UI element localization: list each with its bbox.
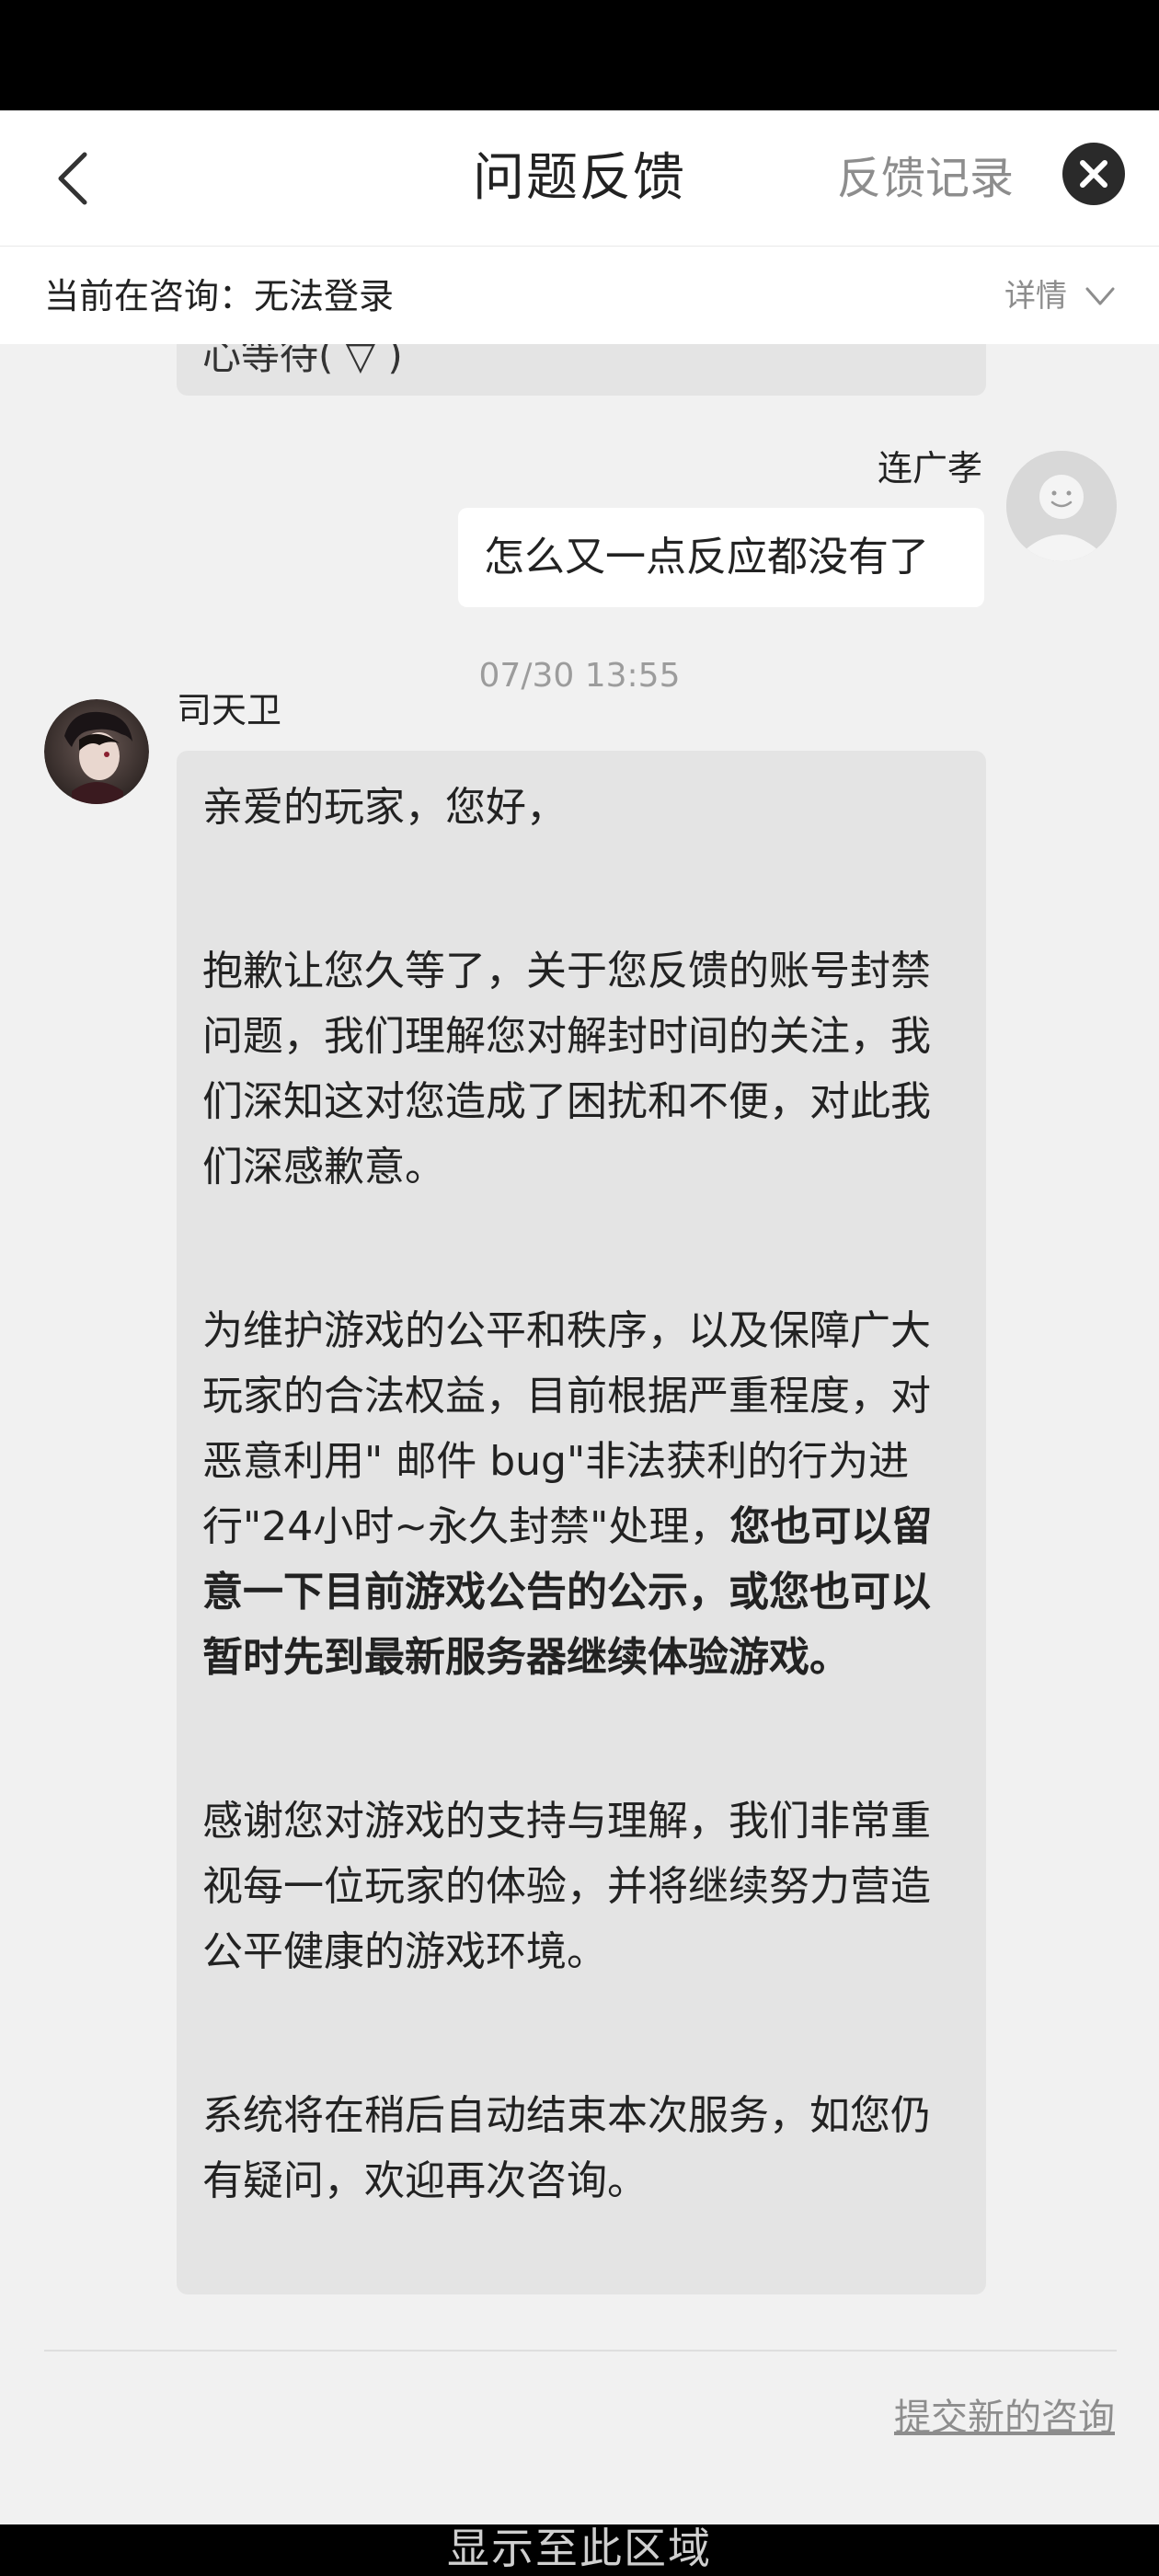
agent-message-paragraph: 系统将在稍后自动结束本次服务，如您仍有疑问，欢迎再次咨询。: [202, 2092, 931, 2204]
agent-name: 司天卫: [177, 690, 282, 730]
feedback-history-link[interactable]: 反馈记录: [837, 144, 1014, 213]
chat-area[interactable]: 心等待( ▽ ) 连广孝 怎么又一点反应都没有了 07/30 13:55 司天卫…: [0, 344, 1159, 2524]
user-name: 连广孝: [877, 448, 982, 489]
chevron-down-icon[interactable]: [1082, 278, 1119, 315]
divider: [44, 2350, 1117, 2352]
previous-message-bubble: 心等待( ▽ ): [177, 344, 986, 396]
agent-message-paragraph: 为维护游戏的公平和秩序，以及保障广大玩家的合法权益，目前根据严重程度，对恶意利用…: [202, 1298, 960, 1690]
status-bar: [0, 0, 1159, 110]
user-avatar[interactable]: [1006, 451, 1117, 561]
message-timestamp: 07/30 13:55: [478, 657, 681, 695]
detail-link[interactable]: 详情: [1004, 272, 1067, 320]
default-avatar-icon: [1006, 451, 1117, 561]
previous-message-text: 心等待( ▽ ): [202, 344, 403, 378]
display-area-text: 显示至此区域: [447, 2524, 712, 2573]
close-icon[interactable]: [1062, 143, 1125, 205]
agent-message-paragraph: 抱歉让您久等了，关于您反馈的账号封禁问题，我们理解您对解封时间的关注，我们深知这…: [202, 948, 931, 1190]
nav-bar: 问题反馈 反馈记录: [0, 110, 1159, 247]
submit-new-consult-link[interactable]: 提交新的咨询: [894, 2392, 1115, 2444]
agent-message-paragraph: 感谢您对游戏的支持与理解，我们非常重视每一位玩家的体验，并将继续努力营造公平健康…: [202, 1798, 931, 1975]
current-consult-label: 当前在咨询：无法登录: [44, 276, 395, 316]
current-consult-bar: 当前在咨询：无法登录 详情: [0, 247, 1159, 344]
agent-avatar[interactable]: [44, 699, 149, 804]
agent-portrait-icon: [44, 699, 149, 804]
display-area-banner: 显示至此区域: [0, 2524, 1159, 2576]
agent-message-greeting: 亲爱的玩家，您好，: [202, 784, 567, 831]
user-message-bubble: 怎么又一点反应都没有了: [458, 508, 984, 607]
agent-message-bubble: 亲爱的玩家，您好， 抱歉让您久等了，关于您反馈的账号封禁问题，我们理解您对解封时…: [177, 751, 986, 2294]
